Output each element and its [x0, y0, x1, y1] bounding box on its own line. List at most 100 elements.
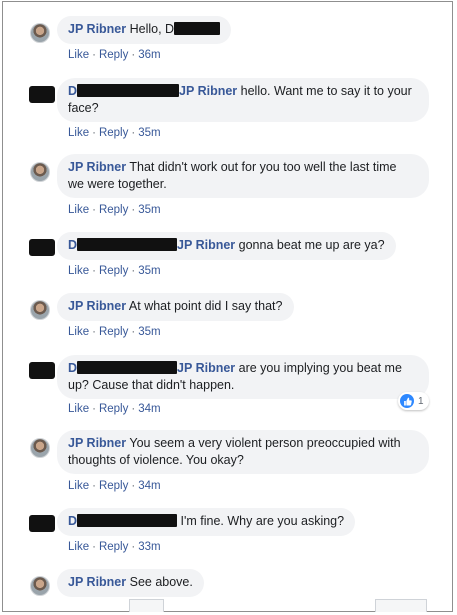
comment-author-link[interactable]: JP Ribner [68, 22, 126, 36]
comment-text-line2: thoughts of violence. You okay? [68, 452, 244, 467]
comment-author-link[interactable]: D [68, 84, 77, 98]
comment-text: You seem a very violent person preoccupi… [129, 436, 401, 450]
comment-text-line2: face? [68, 100, 99, 115]
separator: · [131, 127, 136, 139]
comment-author-link[interactable]: D [68, 361, 77, 375]
separator: · [92, 49, 96, 61]
separator: · [92, 326, 96, 338]
timestamp[interactable]: 34m [138, 403, 160, 415]
comment-author-link[interactable]: JP Ribner [68, 436, 126, 450]
avatar[interactable] [29, 239, 55, 256]
timestamp[interactable]: 33m [138, 541, 160, 553]
comment-text: See above. [129, 575, 193, 589]
comment-actions: Like · Reply · 34m [68, 480, 161, 492]
avatar[interactable] [30, 576, 50, 596]
separator: · [92, 265, 96, 277]
comment-text: Hello, D [129, 22, 175, 36]
timestamp[interactable]: 34m [138, 480, 160, 492]
redaction-block [77, 84, 180, 97]
comment-bubble: D JP Ribner are you implying you beat me … [57, 355, 429, 399]
comment-text-line2: we were together. [68, 176, 167, 191]
comment-bubble: D JP Ribner gonna beat me up are ya? [57, 232, 396, 260]
like-link[interactable]: Like [68, 541, 89, 553]
cropped-element [129, 599, 164, 612]
comment-text: are you implying you beat me [238, 361, 402, 375]
comment-author-link[interactable]: D [68, 238, 77, 252]
avatar[interactable] [29, 515, 55, 532]
avatar[interactable] [30, 23, 50, 43]
comment-actions: Like · Reply · 36m [68, 49, 161, 61]
tagged-user-link[interactable]: JP Ribner [177, 238, 235, 252]
comment-bubble: JP Ribner At what point did I say that? [57, 293, 294, 321]
like-link[interactable]: Like [68, 204, 89, 216]
reply-link[interactable]: Reply [99, 49, 128, 61]
reply-link[interactable]: Reply [99, 326, 128, 338]
comment-actions: Like · Reply · 35m [68, 265, 161, 277]
comment-text: At what point did I say that? [128, 299, 283, 313]
avatar[interactable] [29, 86, 55, 103]
comment-author-link[interactable]: D [68, 514, 77, 528]
redaction-block [77, 514, 178, 527]
tagged-user-link[interactable]: JP Ribner [179, 84, 237, 98]
reply-link[interactable]: Reply [99, 541, 128, 553]
comment-text: gonna beat me up are ya? [238, 238, 385, 252]
timestamp[interactable]: 36m [138, 49, 160, 61]
comment-author-link[interactable]: JP Ribner [68, 160, 126, 174]
screenshot-frame: JP Ribner Hello, D Like · Reply · 36m D JP Ri… [2, 1, 453, 612]
separator: · [131, 403, 136, 415]
cropped-element [375, 599, 427, 612]
comment-text: hello. Want me to say it to your [240, 84, 412, 98]
like-link[interactable]: Like [68, 403, 89, 415]
reply-link[interactable]: Reply [99, 204, 128, 216]
comment-bubble: JP Ribner Hello, D [57, 16, 232, 44]
separator: · [131, 480, 136, 492]
separator: · [92, 480, 96, 492]
avatar[interactable] [30, 438, 50, 458]
reply-link[interactable]: Reply [99, 480, 128, 492]
tagged-user-link[interactable]: JP Ribner [177, 361, 235, 375]
comment-actions: Like · Reply · 35m [68, 204, 161, 216]
separator: · [92, 127, 96, 139]
reply-link[interactable]: Reply [99, 127, 128, 139]
reaction-count-badge[interactable]: 1 [398, 392, 429, 410]
comment-actions: Like · Reply · 33m [68, 541, 161, 553]
comment-actions: Like · Reply · 35m [68, 326, 161, 338]
reply-link[interactable]: Reply [99, 265, 128, 277]
comment-author-link[interactable]: JP Ribner [68, 575, 126, 589]
separator: · [131, 204, 136, 216]
redaction-block [77, 361, 178, 374]
redaction-block [174, 22, 221, 35]
like-link[interactable]: Like [68, 49, 89, 61]
comment-bubble: JP Ribner You seem a very violent person… [57, 430, 429, 474]
comment-author-link[interactable]: JP Ribner [68, 299, 126, 313]
like-link[interactable]: Like [68, 326, 89, 338]
comment-actions: Like · Reply · 34m [68, 403, 161, 415]
like-link[interactable]: Like [68, 127, 89, 139]
reply-link[interactable]: Reply [99, 403, 128, 415]
timestamp[interactable]: 35m [138, 265, 160, 277]
reaction-count: 1 [418, 395, 424, 407]
comment-text: I'm fine. Why are you asking? [180, 514, 345, 528]
timestamp[interactable]: 35m [138, 204, 160, 216]
comment-text: That didn't work out for you too well th… [129, 160, 397, 174]
redaction-block [77, 238, 178, 251]
avatar[interactable] [30, 300, 50, 320]
separator: · [131, 541, 136, 553]
comment-bubble: D I'm fine. Why are you asking? [57, 508, 356, 536]
separator: · [131, 49, 136, 61]
comment-bubble: D JP Ribner hello. Want me to say it to y… [57, 78, 429, 122]
comment-thread: JP Ribner Hello, D Like · Reply · 36m D JP Ri… [3, 2, 452, 612]
like-link[interactable]: Like [68, 480, 89, 492]
comment-bubble: JP Ribner See above. [57, 569, 204, 597]
thumbs-up-icon [400, 394, 414, 408]
comment-actions: Like · Reply · 35m [68, 127, 161, 139]
separator: · [131, 326, 136, 338]
timestamp[interactable]: 35m [138, 127, 160, 139]
separator: · [92, 541, 96, 553]
timestamp[interactable]: 35m [138, 326, 160, 338]
like-link[interactable]: Like [68, 265, 89, 277]
avatar[interactable] [29, 362, 55, 379]
separator: · [92, 204, 96, 216]
avatar[interactable] [30, 162, 50, 182]
comment-bubble: JP Ribner That didn't work out for you t… [57, 154, 429, 198]
